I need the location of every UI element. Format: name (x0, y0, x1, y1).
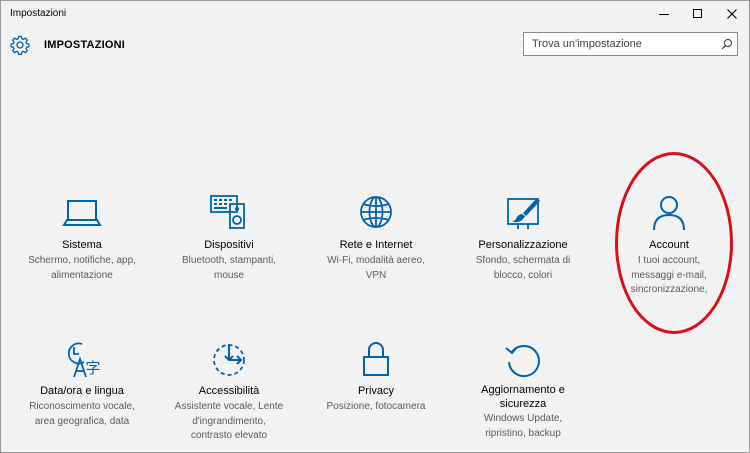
title-bar[interactable]: Impostazioni (1, 1, 749, 27)
settings-window: Impostazioni IMPOSTAZIONI Trova un'impos… (0, 0, 750, 453)
search-placeholder: Trova un'impostazione (532, 38, 642, 50)
minimize-icon (659, 14, 669, 15)
time-language-icon: 字 (67, 342, 101, 378)
refresh-icon (505, 345, 540, 378)
tile-accessibilita[interactable]: Accessibilità Assistente vocale, Lente d'… (155, 340, 303, 445)
settings-header: IMPOSTAZIONI Trova un'impostazione (1, 31, 749, 61)
tile-personalizzazione[interactable]: Personalizzazione Sfondo, schermata di bl… (449, 194, 597, 284)
person-icon (653, 196, 685, 231)
globe-icon (360, 196, 392, 228)
tile-description: Assistente vocale, Lente d'ingrandimento,… (174, 401, 284, 441)
tile-rete-internet[interactable]: Rete e Internet Wi-Fi, modalità aereo, VP… (302, 194, 450, 284)
tile-label: Privacy (357, 385, 395, 397)
tile-label: Dispositivi (204, 239, 254, 251)
close-button[interactable] (715, 1, 749, 27)
ease-of-access-icon (213, 344, 245, 376)
tile-description: I tuoi account, messaggi e-mail, sincroniz… (630, 255, 708, 295)
tile-description: Schermo, notifiche, app, alimentazione (28, 255, 136, 281)
laptop-icon (62, 200, 102, 226)
svg-text:字: 字 (85, 359, 100, 377)
paint-brush-icon (507, 198, 540, 229)
tile-sistema[interactable]: Sistema Schermo, notifiche, app, alimenta… (8, 194, 156, 284)
tile-label: Data/ora e lingua (40, 385, 124, 397)
tile-label: Sistema (62, 239, 102, 251)
tile-label: Rete e Internet (339, 239, 413, 251)
close-icon (727, 9, 737, 19)
search-input[interactable]: Trova un'impostazione (523, 32, 738, 56)
tile-description: Windows Update, ripristino, backup (483, 413, 563, 439)
tile-description: Wi-Fi, modalità aereo, VPN (327, 255, 425, 281)
gear-icon (10, 35, 30, 55)
tile-dispositivi[interactable]: Dispositivi Bluetooth, stampanti, mouse (155, 194, 303, 284)
tile-description: Bluetooth, stampanti, mouse (182, 255, 276, 281)
tile-description: Posizione, fotocamera (326, 401, 426, 412)
maximize-icon (693, 9, 702, 18)
tile-description: Riconoscimento vocale, area geografica, d… (29, 401, 135, 427)
tile-description: Sfondo, schermata di blocco, colori (475, 255, 571, 281)
keyboard-speaker-icon (210, 195, 245, 229)
tile-label: Account (649, 239, 689, 251)
page-title: IMPOSTAZIONI (44, 39, 126, 51)
tile-account[interactable]: Account I tuoi account, messaggi e-mail, s… (595, 194, 743, 295)
tile-label: Aggiornamento e sicurezza (481, 384, 565, 410)
tile-privacy[interactable]: Privacy Posizione, fotocamera (302, 340, 450, 420)
maximize-button[interactable] (681, 1, 715, 27)
window-title: Impostazioni (10, 8, 67, 19)
tile-data-ora-lingua[interactable]: 字 Data/ora e lingua Riconoscimento vocal… (8, 340, 156, 430)
tile-aggiornamento-sicurezza[interactable]: Aggiornamento e sicurezza Windows Update,… (449, 340, 597, 445)
magnifier-icon[interactable] (721, 38, 733, 50)
lock-icon (363, 342, 389, 376)
tile-label: Personalizzazione (478, 239, 568, 251)
minimize-button[interactable] (647, 1, 681, 27)
tile-label: Accessibilità (198, 385, 260, 397)
